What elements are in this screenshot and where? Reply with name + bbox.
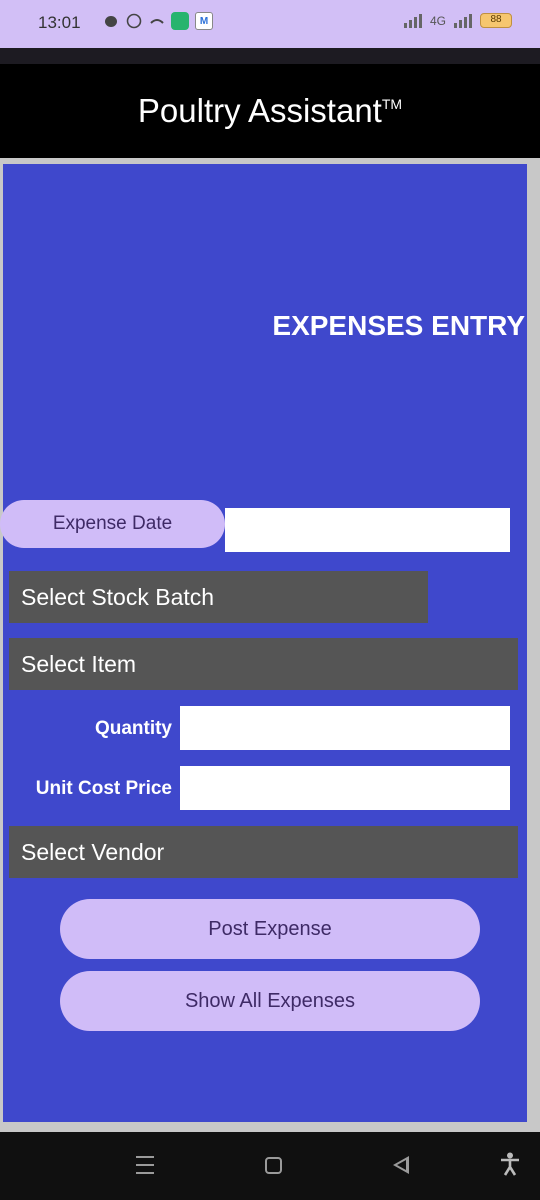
unit-cost-field[interactable] — [180, 766, 510, 810]
item-select[interactable]: Select Item — [9, 638, 518, 690]
page-title: EXPENSES ENTRY — [272, 310, 525, 341]
toolbar-divider — [0, 48, 540, 64]
app-bar: Poultry AssistantTM — [0, 64, 540, 158]
status-time: 13:01 — [38, 13, 81, 32]
notification-icons: M — [102, 12, 213, 30]
battery-icon: 88 — [480, 13, 512, 28]
missed-call-icon — [148, 13, 165, 30]
signal-icon-2 — [454, 13, 472, 28]
system-icons: 4G 88 — [403, 13, 512, 28]
navigation-bar — [0, 1132, 540, 1200]
gmail-icon: M — [195, 12, 213, 30]
battery-level: 88 — [490, 14, 502, 25]
unit-cost-label: Unit Cost Price — [35, 778, 172, 799]
chat-bubble-icon — [102, 13, 119, 30]
app-title-text: Poultry Assistant — [137, 92, 382, 129]
expense-date-field[interactable] — [225, 508, 510, 552]
signal-icon — [403, 13, 422, 28]
stock-batch-select[interactable]: Select Stock Batch — [9, 571, 428, 623]
status-bar: 13:01 M 4G 88 — [0, 0, 540, 48]
menu-icon[interactable] — [136, 1156, 154, 1174]
vendor-select[interactable]: Select Vendor — [9, 826, 518, 878]
accessibility-icon[interactable] — [500, 1152, 520, 1182]
trademark-sign: TM — [381, 96, 403, 112]
post-expense-button[interactable]: Post Expense — [60, 899, 480, 959]
back-icon-inner — [397, 1160, 406, 1170]
app-title: Poultry AssistantTM — [0, 92, 540, 130]
content-panel: EXPENSES ENTRY Expense Date Select Stock… — [0, 158, 540, 1132]
quantity-label: Quantity — [94, 718, 172, 739]
app-notification-icon — [171, 12, 189, 30]
home-icon[interactable] — [265, 1157, 282, 1174]
whatsapp-icon — [125, 13, 142, 30]
quantity-field[interactable] — [180, 706, 510, 750]
show-all-expenses-button[interactable]: Show All Expenses — [60, 971, 480, 1031]
network-type: 4G — [429, 13, 446, 28]
expense-date-button[interactable]: Expense Date — [0, 500, 225, 548]
expenses-form: EXPENSES ENTRY Expense Date Select Stock… — [0, 164, 527, 1122]
